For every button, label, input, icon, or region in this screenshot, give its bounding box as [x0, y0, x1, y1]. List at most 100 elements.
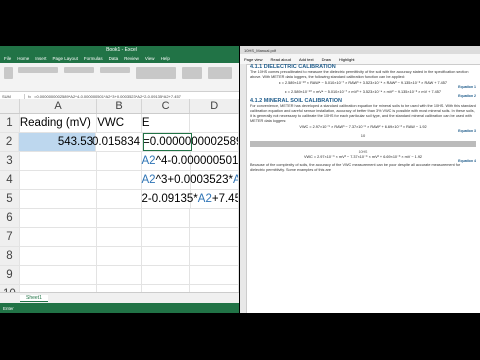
table-row: 1 Reading (mV) VWC E — [0, 114, 239, 133]
cell[interactable] — [97, 247, 142, 265]
cell-a2[interactable]: 543.53 — [19, 133, 96, 151]
row-header[interactable]: 2 — [0, 133, 20, 151]
cell[interactable] — [190, 209, 239, 227]
section-text-mineral: For convenience, METER has developed a s… — [250, 104, 476, 123]
ribbon-tabs: File Home Insert Page Layout Formulas Da… — [0, 54, 239, 63]
tab-file[interactable]: File — [4, 56, 11, 61]
excel-title-bar: Book1 - Excel — [0, 46, 239, 54]
status-text: Enter — [3, 305, 14, 311]
cell[interactable] — [97, 209, 142, 227]
ribbon-toolbar — [0, 63, 239, 92]
row-header[interactable]: 5 — [0, 190, 20, 208]
cell[interactable] — [190, 228, 239, 246]
cell-b2[interactable]: 0.015834 — [92, 133, 143, 151]
formula-overflow-line-3[interactable]: 2-0.09135*A2+7.457 — [142, 190, 239, 208]
alignment-icon[interactable] — [64, 67, 94, 73]
fx-icon[interactable]: fx — [25, 94, 34, 99]
cell[interactable] — [20, 209, 98, 227]
cell-c1[interactable]: E — [142, 114, 191, 132]
cell[interactable] — [142, 247, 191, 265]
cell[interactable] — [190, 266, 239, 284]
column-header-c[interactable]: C — [142, 99, 191, 113]
row-header[interactable]: 8 — [0, 247, 20, 265]
cell[interactable] — [190, 247, 239, 265]
tab-insert[interactable]: Insert — [35, 56, 46, 61]
row-header[interactable]: 6 — [0, 209, 20, 227]
cell[interactable] — [20, 228, 98, 246]
section-text-accuracy: Because of the complexity of soils, the … — [250, 163, 461, 172]
tab-review[interactable]: Review — [124, 56, 139, 61]
equation: ε = 2.589×10⁻¹⁰ × RAW⁴ − 5.010×10⁻⁷ × RA… — [278, 81, 447, 85]
font-box[interactable] — [18, 67, 58, 73]
row-header[interactable]: 4 — [0, 171, 20, 189]
cell-b3[interactable] — [97, 152, 142, 170]
excel-window: Book1 - Excel File Home Insert Page Layo… — [0, 46, 239, 313]
table-row: 7 — [0, 228, 239, 247]
status-bar: Enter — [0, 303, 239, 313]
spreadsheet-grid[interactable]: A B C D 1 Reading (mV) VWC E 2 543.53 0.… — [0, 99, 239, 304]
cell[interactable] — [20, 266, 98, 284]
column-header-b[interactable]: B — [97, 99, 142, 113]
cell[interactable] — [142, 228, 191, 246]
tab-view[interactable]: View — [145, 56, 155, 61]
column-header-d[interactable]: D — [190, 99, 239, 113]
row-header[interactable]: 9 — [0, 266, 20, 284]
cell[interactable] — [142, 266, 191, 284]
cell-d3[interactable] — [191, 152, 239, 170]
table-row: 6 — [0, 209, 239, 228]
cell-b1[interactable]: VWC — [97, 114, 142, 132]
cell[interactable] — [97, 266, 142, 284]
table-row: 4 A2^3+0.0003523*A2^ — [0, 171, 239, 190]
editing-icon[interactable] — [208, 67, 232, 79]
tab-data[interactable]: Data — [109, 56, 119, 61]
table-row: 3 A2 ^4-0.000000501* — [0, 152, 239, 171]
cell-a5[interactable] — [20, 190, 97, 208]
add-text-button[interactable]: Add text — [299, 57, 314, 62]
page-number: 10 — [360, 133, 366, 138]
cell[interactable] — [97, 228, 142, 246]
cell-a3[interactable] — [20, 152, 97, 170]
formula-overflow-line-1[interactable]: A2 ^4-0.000000501* — [142, 152, 239, 170]
cell-a1[interactable]: Reading (mV) — [20, 114, 98, 132]
tab-help[interactable]: Help — [161, 56, 170, 61]
pdf-page: 4.1.1 DIELECTRIC CALIBRATION The 10HS co… — [250, 64, 476, 173]
cells-icon[interactable] — [182, 67, 202, 79]
cell-b4[interactable] — [97, 171, 142, 189]
draw-button[interactable]: Draw — [322, 57, 331, 62]
window-title: Book1 - Excel — [106, 47, 137, 53]
tab-page-layout[interactable]: Page Layout — [53, 56, 78, 61]
row-header[interactable]: 1 — [0, 114, 20, 132]
number-format-icon[interactable] — [100, 67, 130, 73]
formula-overflow-line-2[interactable]: A2^3+0.0003523*A2^ — [141, 171, 239, 189]
cell[interactable] — [142, 209, 191, 227]
pdf-sidebar[interactable] — [240, 64, 247, 313]
table-row: 5 2-0.09135*A2+7.457 — [0, 190, 239, 209]
paste-icon[interactable] — [4, 67, 13, 79]
highlight-button[interactable]: Highlight — [339, 57, 355, 62]
sheet-tab[interactable]: Sheet1 — [20, 294, 48, 302]
page-view-button[interactable]: Page view — [244, 57, 262, 62]
table-row: 2 543.53 0.015834 =0.0000000002589* — [0, 133, 239, 152]
cell-d5[interactable] — [191, 190, 239, 208]
row-header[interactable]: 3 — [0, 152, 20, 170]
tab-home[interactable]: Home — [17, 56, 29, 61]
read-aloud-button[interactable]: Read aloud — [270, 57, 290, 62]
select-all-corner[interactable] — [0, 99, 20, 113]
row-header[interactable]: 7 — [0, 228, 20, 246]
tab-formulas[interactable]: Formulas — [84, 56, 103, 61]
column-header-a[interactable]: A — [20, 99, 98, 113]
cell-b5[interactable] — [97, 190, 142, 208]
cell-d1[interactable] — [190, 114, 239, 132]
styles-icon[interactable] — [136, 67, 176, 79]
cell-reference: A2 — [141, 174, 156, 186]
name-box[interactable]: SUM — [0, 93, 25, 99]
table-row: 8 — [0, 247, 239, 266]
cell-c2-editing[interactable]: =0.0000000002589* — [143, 133, 239, 151]
pdf-tab[interactable]: 10HS_Manual.pdf — [244, 48, 276, 53]
cell[interactable] — [20, 247, 98, 265]
cell-d2[interactable] — [192, 133, 239, 151]
browser-tab-bar: 10HS_Manual.pdf — [240, 46, 480, 54]
cell-d4[interactable] — [191, 171, 239, 189]
cell-a4[interactable] — [20, 171, 97, 189]
formula-input[interactable]: =0.0000000002589*A2^4-0.000000501*A2^3+0… — [34, 94, 239, 99]
